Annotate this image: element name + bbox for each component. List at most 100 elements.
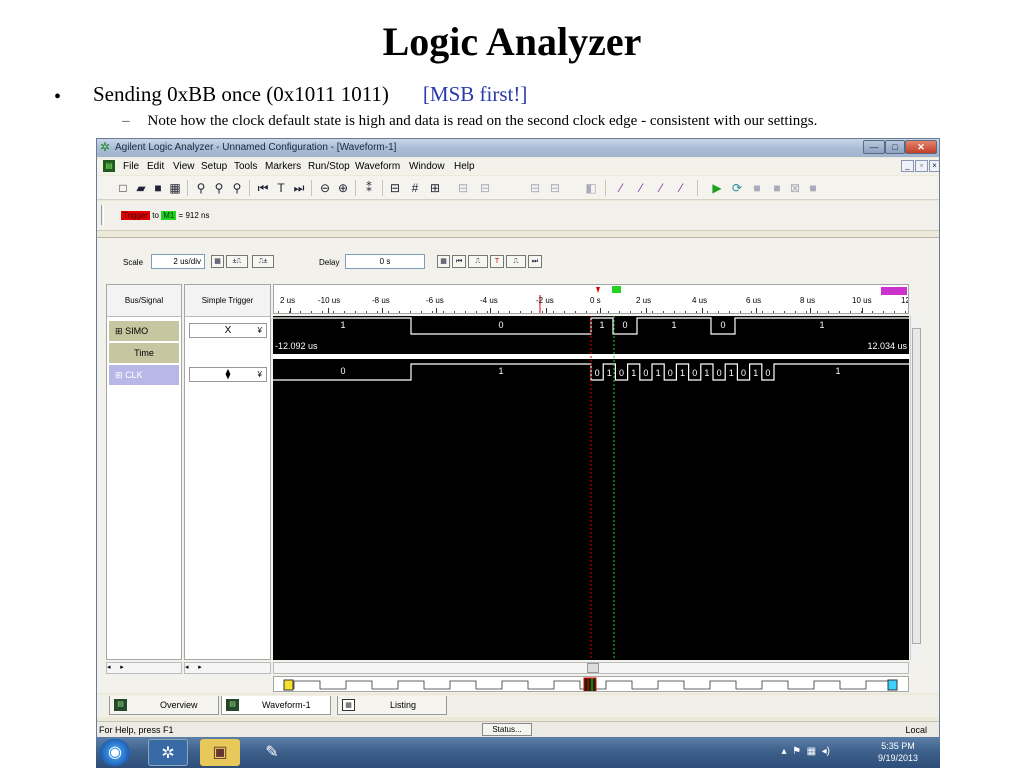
trigger-simo-select[interactable]: X ¥ — [189, 323, 267, 338]
simple-trigger-header: Simple Trigger — [185, 285, 270, 317]
ruler-label: 2 us — [280, 296, 296, 305]
scale-grid-button[interactable]: ▦ — [211, 255, 224, 268]
delay-next-button[interactable]: ⎍ — [506, 255, 526, 268]
scale-zoom-out-button[interactable]: ⎍± — [252, 255, 274, 268]
find-icon[interactable]: ⚲ — [193, 180, 209, 196]
start-button[interactable]: ◉ — [100, 739, 130, 766]
menu-waveform[interactable]: Waveform — [355, 161, 400, 172]
delay-trigger-button[interactable]: T — [490, 255, 504, 268]
signal-time[interactable]: Time — [109, 343, 179, 363]
insert-signal-icon[interactable]: # — [407, 180, 423, 196]
toolbar-grip[interactable] — [101, 205, 104, 225]
marker-measurement[interactable]: Trigger to M1 = 912 ns — [121, 211, 209, 220]
ruler-minor-tick — [674, 311, 675, 313]
mdi-minimize-button[interactable]: _ — [901, 160, 914, 172]
waveform-display[interactable]: 1 0 1 0 1 0 1 -12.092 us 12.034 us 0 1 0 1 0 1 0 1 0 1 0 1 0 1… — [273, 316, 909, 660]
dropdown-icon: ¥ — [257, 326, 262, 335]
menu-view[interactable]: View — [173, 161, 195, 172]
trigger-setup-icon[interactable]: ⊞ — [427, 180, 443, 196]
menu-run-stop[interactable]: Run/Stop — [308, 161, 350, 172]
delay-prev-button[interactable]: ⎍ — [468, 255, 488, 268]
ruler-label: -2 us — [536, 296, 554, 305]
ruler-tick — [490, 308, 491, 313]
ruler-minor-tick — [696, 311, 697, 313]
tray-icons[interactable]: ▴ ⚑ ▦ ◂) — [782, 746, 830, 757]
trigger-clk-select[interactable]: ⧫ ¥ — [189, 367, 267, 382]
open-icon[interactable]: ▰ — [133, 180, 149, 196]
bullet-note: [MSB first!] — [422, 82, 528, 106]
ruler-tick — [646, 308, 647, 313]
waveform-hscroll[interactable] — [273, 662, 909, 674]
overview-strip[interactable] — [273, 676, 909, 692]
signal-simo[interactable]: ⊞ SIMO — [109, 321, 179, 341]
menu-window[interactable]: Window — [409, 161, 445, 172]
zoom-out-icon[interactable]: ⊖ — [317, 180, 333, 196]
scale-zoom-in-button[interactable]: ±⎍ — [226, 255, 248, 268]
trigger-hscroll[interactable]: ◂ ▸ — [184, 662, 271, 674]
signal-hscroll[interactable]: ◂ ▸ — [106, 662, 182, 674]
probe-icon[interactable]: ⁄ — [613, 180, 629, 196]
find-next-icon[interactable]: ⚲ — [211, 180, 227, 196]
menu-edit[interactable]: Edit — [147, 161, 164, 172]
ruler-minor-tick — [883, 311, 884, 313]
document-icon[interactable]: ▤ — [103, 160, 115, 172]
waveform-tab-icon: ▤ — [226, 699, 239, 711]
vertical-scroll-thumb[interactable] — [912, 328, 921, 644]
clock-date: 9/19/2013 — [877, 753, 918, 763]
insert-bus-icon[interactable]: ⊟ — [387, 180, 403, 196]
delay-input[interactable]: 0 s — [345, 254, 425, 269]
minimize-button[interactable]: — — [863, 140, 885, 154]
vertical-scrollbar[interactable] — [910, 316, 922, 660]
delay-grid-button[interactable]: ▦ — [437, 255, 450, 268]
sub-text: Note how the clock default state is high… — [147, 113, 818, 129]
title-bar[interactable]: ✲ Agilent Logic Analyzer - Unnamed Confi… — [97, 139, 939, 157]
menu-markers[interactable]: Markers — [265, 161, 301, 172]
markers-icon[interactable]: ⁑ — [361, 180, 377, 196]
taskbar-explorer[interactable]: ▣ — [200, 739, 240, 766]
ruler-minor-tick — [641, 311, 642, 313]
time-ruler[interactable]: 2 us -10 us -8 us -6 us -4 us -2 us 0 s 2 us 4 u… — [273, 284, 909, 314]
menu-file[interactable]: File — [123, 161, 139, 172]
simo-value-label: 0 — [498, 320, 503, 330]
tab-listing[interactable]: ▦ Listing — [337, 696, 447, 715]
run-repetitive-icon[interactable]: ⟳ — [729, 180, 745, 196]
find-prev-icon[interactable]: ⚲ — [229, 180, 245, 196]
signal-clk[interactable]: ⊞ CLK — [109, 365, 179, 385]
status-button[interactable]: Status... — [482, 723, 532, 736]
scale-input[interactable]: 2 us/div — [151, 254, 205, 269]
ruler-minor-tick — [663, 311, 664, 313]
tab-waveform[interactable]: ▤ Waveform-1 — [221, 696, 331, 715]
cancel-icon: ⊠ — [789, 181, 801, 195]
go-end-icon[interactable]: ⏭ — [291, 180, 307, 196]
delay-start-button[interactable]: ⏮ — [452, 255, 466, 268]
tab-overview[interactable]: ▤ Overview — [109, 696, 219, 715]
mdi-restore-button[interactable]: ▫ — [915, 160, 928, 172]
close-button[interactable]: ✕ — [905, 140, 937, 154]
menu-setup[interactable]: Setup — [201, 161, 227, 172]
menu-tools[interactable]: Tools — [234, 161, 257, 172]
go-start-icon[interactable]: ⏮ — [255, 180, 271, 196]
clk-value-label: 0 — [717, 368, 722, 378]
new-icon[interactable]: □ — [115, 180, 131, 196]
probe-4-icon[interactable]: ⁄ — [673, 180, 689, 196]
print-icon[interactable]: ▦ — [167, 180, 183, 196]
expand-clk-icon[interactable]: ⊞ — [115, 370, 123, 380]
probe-3-icon[interactable]: ⁄ — [653, 180, 669, 196]
menu-help[interactable]: Help — [454, 161, 475, 172]
taskbar-paint[interactable]: ✎ — [252, 739, 292, 766]
delay-end-button[interactable]: ⏭ — [528, 255, 542, 268]
go-trigger-icon[interactable]: T — [273, 180, 289, 196]
ruler-minor-tick — [421, 311, 422, 313]
mdi-close-button[interactable]: × — [929, 160, 939, 172]
overview-svg — [283, 677, 898, 691]
waveform-hscroll-thumb[interactable] — [587, 663, 599, 673]
probe-2-icon[interactable]: ⁄ — [633, 180, 649, 196]
zoom-in-icon[interactable]: ⊕ — [335, 180, 351, 196]
maximize-button[interactable]: □ — [885, 140, 905, 154]
save-icon[interactable]: ■ — [150, 180, 166, 196]
run-icon[interactable]: ▶ — [709, 180, 725, 196]
clock[interactable]: 5:35 PM 9/19/2013 — [878, 740, 918, 764]
clk-value-label: 0 — [595, 368, 600, 378]
taskbar-logic-analyzer[interactable]: ✲ — [148, 739, 188, 766]
expand-icon[interactable]: ⊞ — [115, 326, 123, 336]
